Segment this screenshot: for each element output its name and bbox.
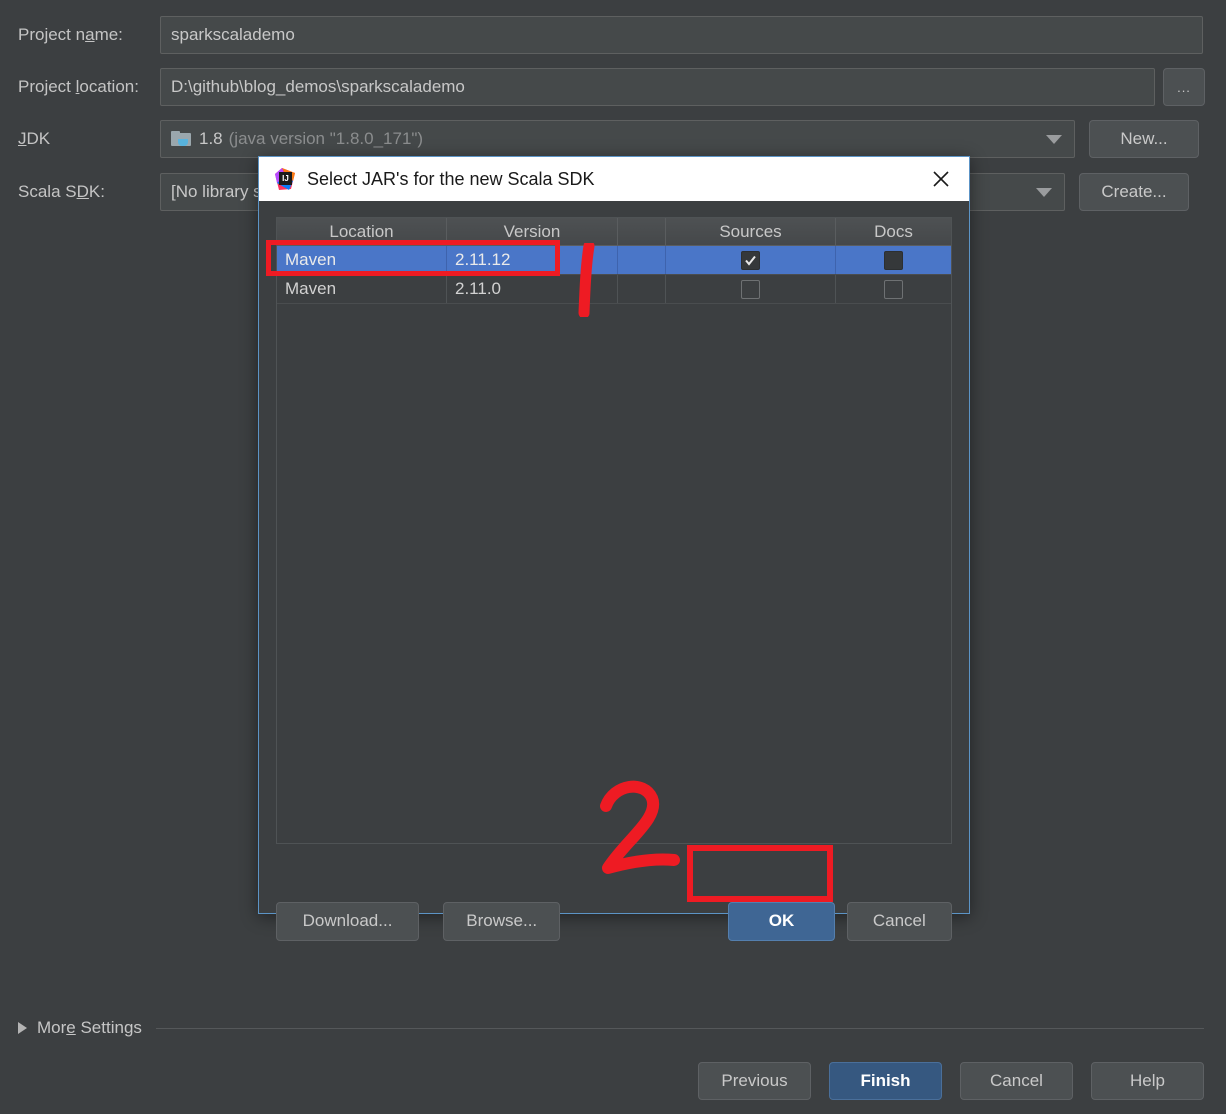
docs-checkbox[interactable] (884, 250, 903, 270)
cell-spacer (618, 275, 666, 303)
docs-checkbox[interactable] (884, 279, 903, 299)
jar-table: Location Version Sources Docs Maven 2.11… (276, 217, 952, 844)
column-header-spacer[interactable] (618, 218, 666, 245)
sources-checkbox[interactable] (741, 279, 760, 299)
wizard-button-bar: Previous Finish Cancel Help (698, 1062, 1204, 1100)
project-name-label: Project name: (18, 25, 123, 44)
chevron-right-icon (18, 1022, 27, 1034)
sources-checkbox[interactable] (741, 250, 760, 270)
cancel-button[interactable]: Cancel (960, 1062, 1073, 1100)
help-button[interactable]: Help (1091, 1062, 1204, 1100)
table-row[interactable]: Maven 2.11.0 (277, 275, 951, 304)
cell-docs[interactable] (836, 246, 951, 274)
close-icon[interactable] (913, 157, 969, 201)
dialog-titlebar: IJ Select JAR's for the new Scala SDK (259, 157, 969, 201)
cell-location: Maven (277, 246, 447, 274)
more-settings-label: More Settings (37, 1018, 142, 1037)
chevron-down-icon (1036, 187, 1052, 197)
project-location-input[interactable]: D:\github\blog_demos\sparkscalademo (160, 68, 1155, 106)
more-settings-toggle[interactable]: More Settings (18, 1015, 1204, 1041)
java-cup-icon (178, 139, 188, 146)
cell-sources[interactable] (666, 275, 836, 303)
cell-docs[interactable] (836, 275, 951, 303)
column-header-docs[interactable]: Docs (836, 218, 951, 245)
dialog-cancel-button[interactable]: Cancel (846, 901, 952, 941)
cell-spacer (618, 246, 666, 274)
dialog-button-bar: Download... Browse... OK Cancel (276, 901, 952, 941)
column-header-location[interactable]: Location (277, 218, 447, 245)
previous-button[interactable]: Previous (698, 1062, 811, 1100)
download-button[interactable]: Download... (276, 901, 420, 941)
create-scala-sdk-button[interactable]: Create... (1079, 173, 1189, 211)
cell-location: Maven (277, 275, 447, 303)
browse-location-button[interactable]: ... (1163, 68, 1205, 106)
form-row-jdk: JDK 1.8 (java version "1.8.0_171") New..… (0, 120, 1226, 158)
table-empty-area (277, 304, 951, 843)
jdk-version-detail: (java version "1.8.0_171") (228, 129, 424, 148)
column-header-version[interactable]: Version (447, 218, 618, 245)
intellij-idea-icon: IJ (273, 167, 297, 191)
scala-sdk-label: Scala SDK: (18, 182, 105, 201)
folder-icon (171, 131, 191, 147)
svg-text:IJ: IJ (282, 174, 289, 183)
table-row[interactable]: Maven 2.11.12 (277, 246, 951, 275)
project-location-label: Project location: (18, 77, 139, 96)
finish-button[interactable]: Finish (829, 1062, 942, 1100)
project-name-input[interactable]: sparkscalademo (160, 16, 1203, 54)
new-jdk-button[interactable]: New... (1089, 120, 1199, 158)
divider (155, 1027, 1204, 1029)
form-row-project-location: Project location: D:\github\blog_demos\s… (0, 68, 1226, 106)
jdk-version: 1.8 (199, 129, 223, 148)
table-header-row: Location Version Sources Docs (277, 218, 951, 246)
ok-button[interactable]: OK (728, 901, 835, 941)
browse-button[interactable]: Browse... (443, 901, 561, 941)
jdk-combobox[interactable]: 1.8 (java version "1.8.0_171") (160, 120, 1075, 158)
cell-version: 2.11.0 (447, 275, 618, 303)
cell-version: 2.11.12 (447, 246, 618, 274)
jdk-label: JDK (18, 129, 51, 148)
column-header-sources[interactable]: Sources (666, 218, 836, 245)
cell-sources[interactable] (666, 246, 836, 274)
form-row-project-name: Project name: sparkscalademo (0, 16, 1226, 54)
select-jars-dialog: IJ Select JAR's for the new Scala SDK Lo… (258, 156, 970, 941)
dialog-body: Location Version Sources Docs Maven 2.11… (259, 201, 969, 941)
chevron-down-icon (1046, 134, 1062, 144)
dialog-title: Select JAR's for the new Scala SDK (307, 168, 595, 189)
